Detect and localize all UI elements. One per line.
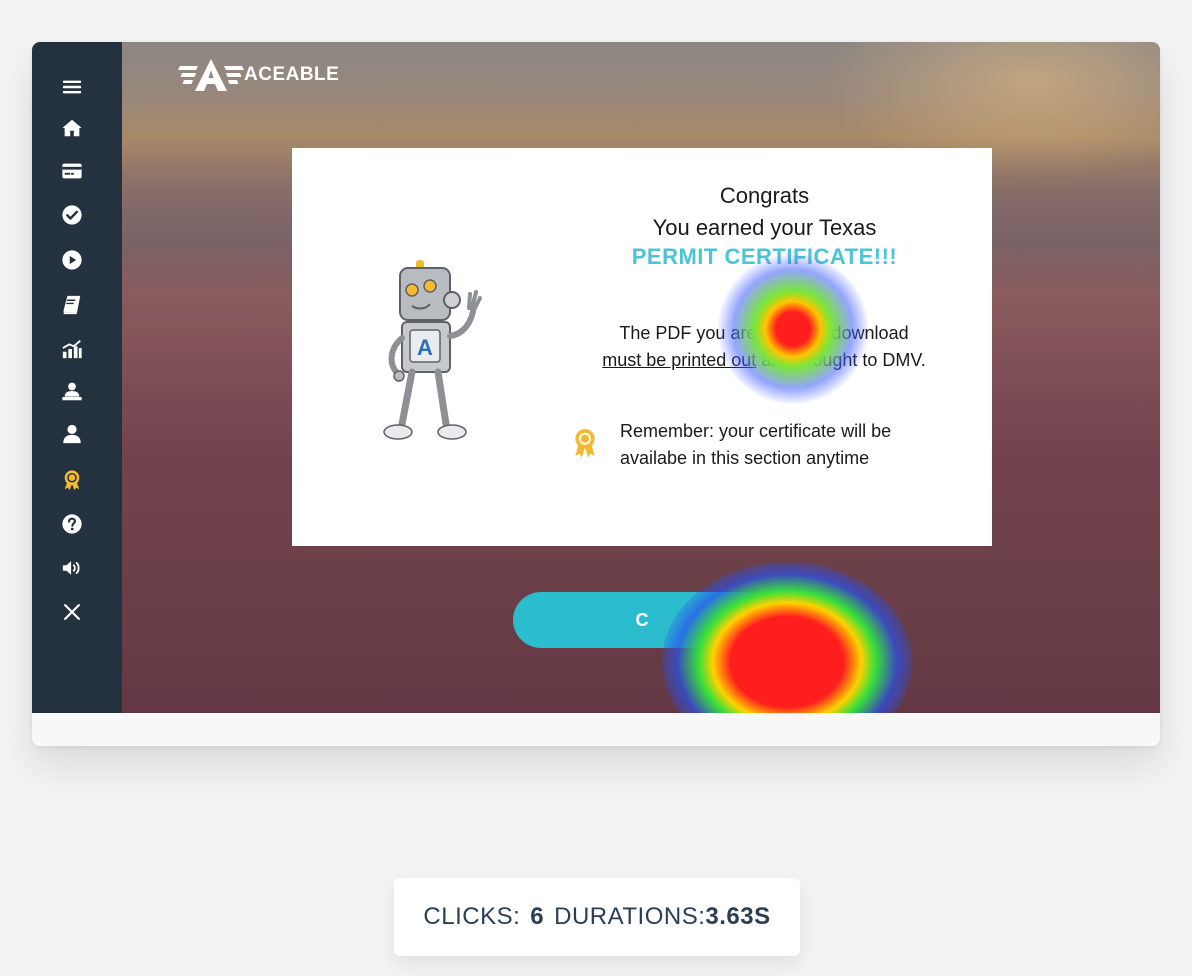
student-desk-icon[interactable] — [60, 380, 84, 404]
congrats-line1: Congrats — [719, 183, 810, 208]
robot-mascot-illustration: A — [383, 260, 482, 440]
aceable-logo[interactable]: ACEABLE — [178, 58, 339, 92]
app-window: ACEABLE A Congrats You earned your Texas… — [32, 42, 1160, 746]
pdf-instructions-suffix: and brought to DMV. — [756, 350, 926, 370]
remember-line2: availabe in this section anytime — [620, 448, 870, 468]
durations-value: 3.63S — [705, 903, 771, 930]
home-icon[interactable] — [60, 116, 84, 140]
menu-icon[interactable] — [60, 75, 84, 99]
play-circle-icon[interactable] — [60, 248, 84, 272]
check-circle-icon[interactable] — [60, 203, 84, 227]
pdf-instructions-line2: must be printed out and brought to DMV. — [564, 347, 964, 374]
clicks-label: CLICKS: — [423, 903, 521, 930]
permit-certificate-highlight: PERMIT CERTIFICATE!!! — [631, 244, 898, 269]
pdf-instructions-line1: The PDF you are about to download — [619, 323, 909, 343]
certificate-ribbon-icon — [575, 429, 595, 458]
chart-bar-icon[interactable] — [60, 337, 84, 361]
clicks-value: 6 — [530, 903, 545, 930]
book-icon[interactable] — [60, 293, 84, 317]
pdf-instructions: The PDF you are about to download must b… — [564, 320, 964, 374]
svg-text:A: A — [417, 335, 433, 360]
remember-line1: Remember: your certificate will be — [620, 421, 892, 441]
congrats-heading: Congrats You earned your Texas — [622, 180, 907, 244]
heatmap-stats-panel: CLICKS: 6 DURATIONS: 3.63S — [394, 878, 800, 956]
certificate-badge-icon[interactable] — [60, 468, 84, 492]
printed-out-emphasis: must be printed out — [602, 350, 757, 370]
congrats-line2: You earned your Texas — [652, 215, 877, 240]
volume-icon[interactable] — [60, 556, 84, 580]
download-certificate-button[interactable]: C — [513, 592, 771, 648]
close-icon[interactable] — [60, 600, 84, 624]
brand-name: ACEABLE — [244, 64, 340, 85]
user-icon[interactable] — [60, 422, 84, 446]
sidebar — [32, 42, 122, 713]
credit-card-icon[interactable] — [60, 159, 84, 183]
certificate-modal: A Congrats You earned your Texas PERMIT … — [292, 148, 992, 546]
main-stage: ACEABLE A Congrats You earned your Texas… — [122, 42, 1160, 713]
aceable-logo-icon — [178, 59, 244, 91]
help-circle-icon[interactable] — [60, 512, 84, 536]
durations-label: DURATIONS: — [554, 903, 706, 930]
remember-note: Remember: your certificate will be avail… — [620, 418, 950, 472]
